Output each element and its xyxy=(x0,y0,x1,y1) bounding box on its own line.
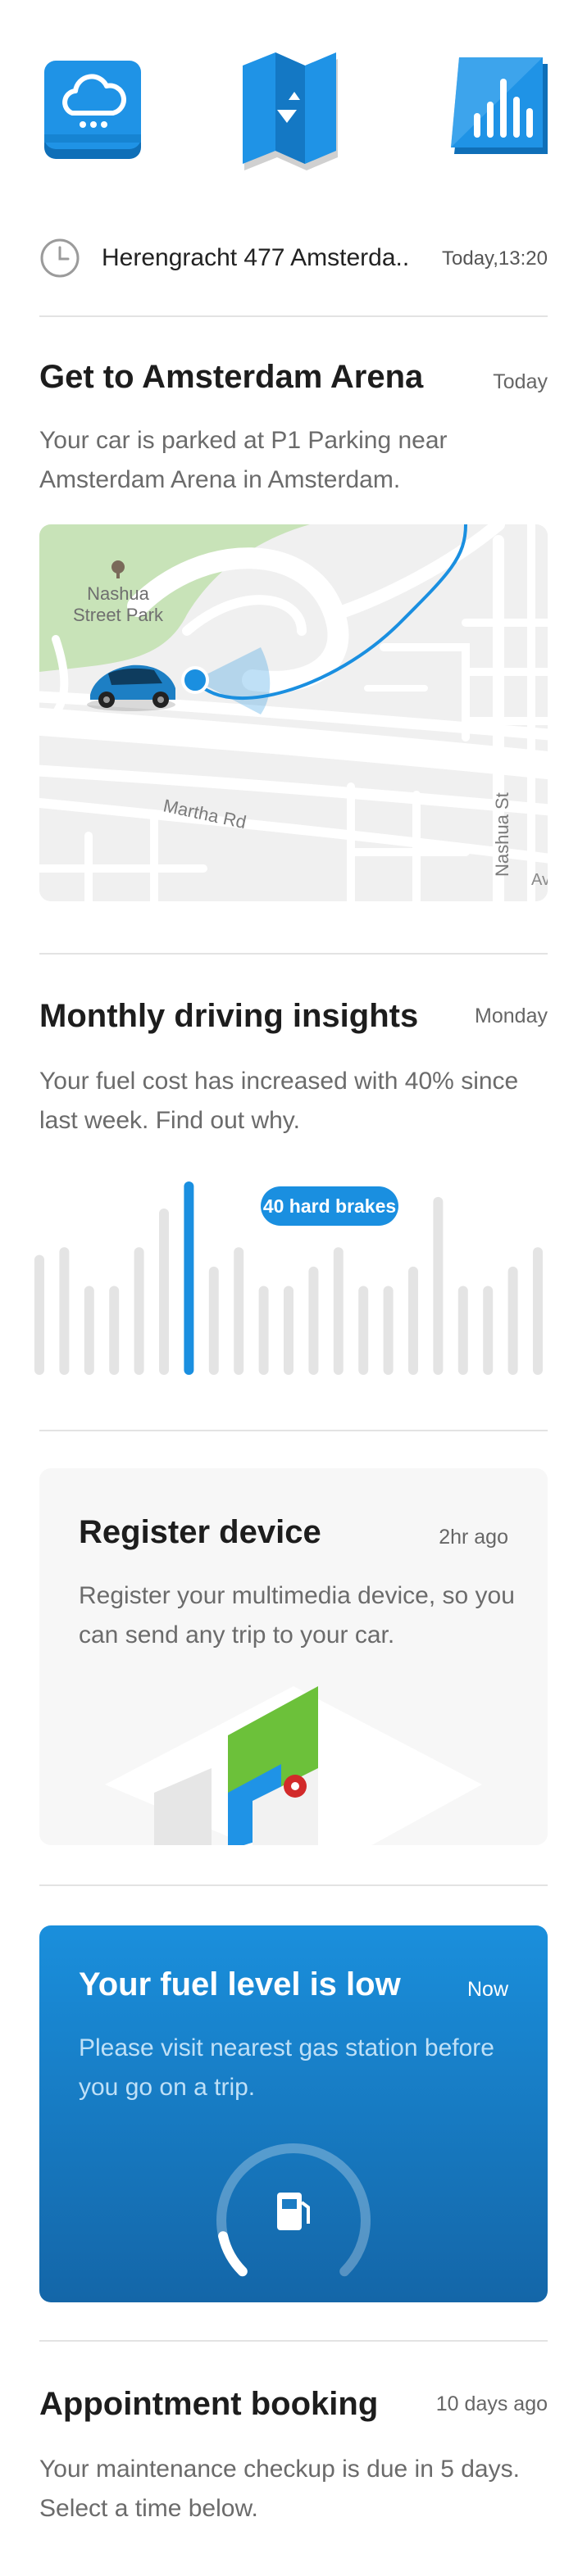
insight-bar[interactable] xyxy=(333,1247,344,1375)
fuel-level-card[interactable]: Your fuel level is low Now Please visit … xyxy=(39,1925,548,2302)
insight-bar[interactable] xyxy=(533,1247,543,1375)
parking-card-title[interactable]: Get to Amsterdam Arena xyxy=(39,359,423,396)
parking-card-body: Your car is parked at P1 Parking near Am… xyxy=(39,427,448,493)
divider xyxy=(39,1430,548,1431)
appointment-card-time: 10 days ago xyxy=(435,2392,548,2415)
stats-icon[interactable] xyxy=(448,49,554,172)
edge-label: Av xyxy=(531,871,548,889)
parking-card-time: Today xyxy=(493,370,548,393)
insight-bar[interactable] xyxy=(408,1266,418,1375)
insight-bar[interactable] xyxy=(358,1286,369,1375)
recent-address: Herengracht 477 Amsterda.. xyxy=(102,244,410,271)
insight-bar-highlight[interactable] xyxy=(184,1181,194,1375)
insight-bar[interactable] xyxy=(507,1266,518,1375)
fuel-card-time: Now xyxy=(466,1978,508,2001)
insight-bar[interactable] xyxy=(59,1247,70,1375)
recent-time: Today,13:20 xyxy=(442,247,548,270)
insight-bar[interactable] xyxy=(284,1286,294,1375)
fuel-pump-icon xyxy=(277,2193,310,2230)
insight-bar[interactable] xyxy=(383,1286,394,1375)
appointment-card-title[interactable]: Appointment booking xyxy=(39,2386,378,2423)
park-label-2: Street Park xyxy=(73,605,164,625)
map-icon[interactable] xyxy=(238,49,344,172)
fuel-gauge xyxy=(216,2143,371,2277)
device-card-title: Register device xyxy=(79,1514,321,1550)
recent-trip-row[interactable]: Herengracht 477 Amsterda.. Today,13:20 xyxy=(39,236,548,282)
insight-bar[interactable] xyxy=(208,1266,219,1375)
divider xyxy=(39,315,548,317)
appointment-card-body: Your maintenance checkup is due in 5 day… xyxy=(39,2456,520,2522)
insights-card-time: Monday xyxy=(475,1005,548,1027)
device-card-time: 2hr ago xyxy=(439,1526,508,1549)
street-label: Nashua St xyxy=(492,792,512,877)
divider xyxy=(39,2340,548,2342)
insight-bar[interactable] xyxy=(134,1247,144,1375)
location-pin-icon xyxy=(284,1775,307,1798)
weather-icon[interactable] xyxy=(39,49,146,172)
clock-icon xyxy=(40,238,80,278)
parking-map[interactable]: Nashua Street Park Martha Rd Nashua St A… xyxy=(39,524,548,901)
register-device-card[interactable]: Register device 2hr ago Register your mu… xyxy=(39,1468,548,1845)
insights-card-title[interactable]: Monthly driving insights xyxy=(39,998,418,1035)
device-map-illustration xyxy=(105,1686,482,1845)
insight-bar[interactable] xyxy=(457,1286,468,1375)
fuel-card-body: Please visit nearest gas station before … xyxy=(79,2034,494,2101)
hard-brakes-badge[interactable]: 40 hard brakes xyxy=(261,1186,398,1226)
insight-bar[interactable] xyxy=(308,1266,319,1375)
insight-bar[interactable] xyxy=(433,1196,444,1375)
divider xyxy=(39,1884,548,1886)
insights-card-body: Your fuel cost has increased with 40% si… xyxy=(39,1068,519,1134)
insight-bar[interactable] xyxy=(258,1286,269,1375)
insight-bar[interactable] xyxy=(84,1286,94,1375)
insight-bar[interactable] xyxy=(159,1209,169,1375)
device-card-body: Register your multimedia device, so you … xyxy=(79,1582,515,1649)
park-label-1: Nashua xyxy=(87,583,150,604)
insight-bar[interactable] xyxy=(34,1254,44,1375)
fuel-card-title: Your fuel level is low xyxy=(79,1966,401,2002)
insight-bar[interactable] xyxy=(483,1286,494,1375)
insight-bar[interactable] xyxy=(109,1286,120,1375)
divider xyxy=(39,953,548,955)
insight-bar[interactable] xyxy=(234,1247,244,1375)
